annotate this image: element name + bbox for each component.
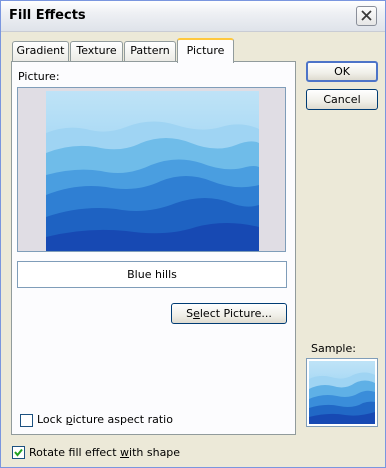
close-button[interactable]	[356, 6, 377, 26]
ok-button[interactable]: OK	[306, 61, 378, 82]
lock-aspect-label[interactable]: Lock picture aspect ratio	[37, 413, 173, 426]
picture-name-field: Blue hills	[17, 261, 287, 288]
sample-hills-image	[309, 361, 375, 424]
close-icon	[361, 10, 372, 21]
rotate-fill-accel: w	[120, 446, 130, 459]
lock-aspect-accel: p	[65, 413, 73, 426]
lock-aspect-checkbox[interactable]	[20, 414, 33, 427]
fill-effects-dialog: Fill Effects Gradient Texture Pattern Pi…	[0, 0, 386, 468]
blue-hills-image	[46, 91, 259, 251]
picture-label: Picture:	[18, 70, 60, 83]
tab-picture[interactable]: Picture	[177, 38, 234, 63]
sample-label: Sample:	[311, 342, 356, 355]
rotate-fill-label[interactable]: Rotate fill effect with shape	[29, 446, 180, 459]
lock-aspect-text-b: icture aspect ratio	[72, 413, 173, 426]
tab-texture[interactable]: Texture	[70, 41, 123, 61]
select-picture-button[interactable]: Select Picture...	[171, 303, 287, 324]
lock-aspect-text-a: Lock	[37, 413, 66, 426]
picture-preview	[17, 87, 286, 252]
rotate-fill-text-a: Rotate fill effect	[29, 446, 121, 459]
tab-pattern[interactable]: Pattern	[124, 41, 176, 61]
rotate-fill-checkbox[interactable]	[12, 446, 25, 459]
select-picture-accel: e	[193, 307, 200, 320]
tab-gradient[interactable]: Gradient	[12, 41, 69, 61]
sample-preview	[306, 358, 378, 427]
cancel-button[interactable]: Cancel	[306, 89, 378, 110]
rotate-fill-text-b: ith shape	[129, 446, 181, 459]
title-bar[interactable]: Fill Effects	[1, 1, 385, 32]
checkmark-icon	[14, 448, 23, 457]
select-picture-text-b: lect Picture...	[199, 307, 272, 320]
dialog-title: Fill Effects	[9, 8, 86, 23]
